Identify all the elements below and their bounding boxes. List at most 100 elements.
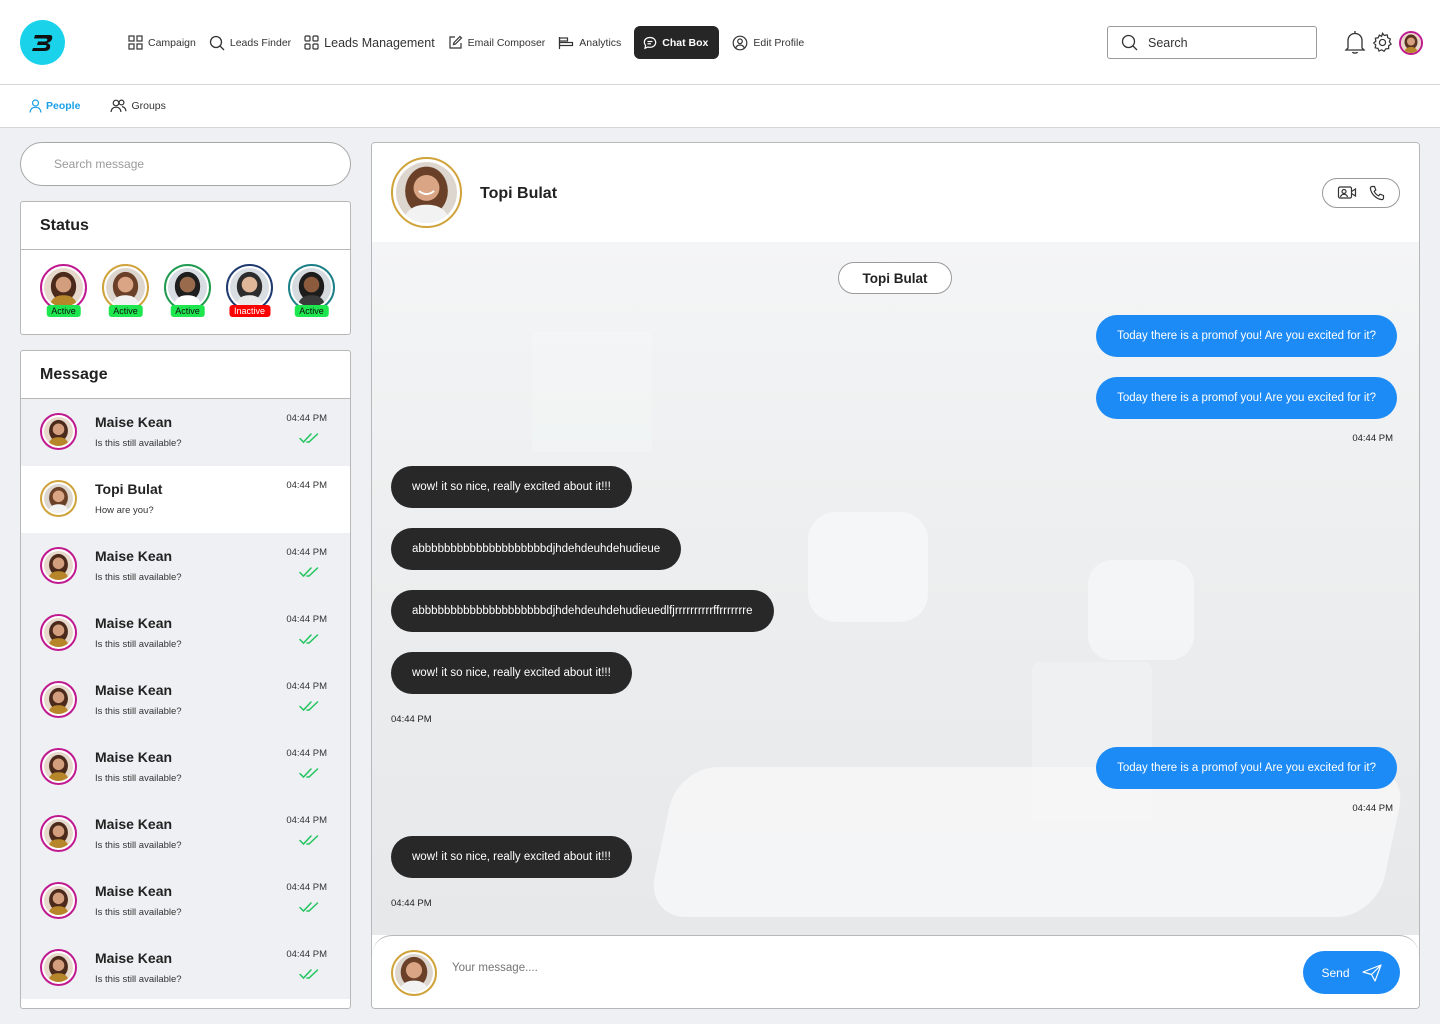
double-check-icon: [299, 902, 319, 913]
status-title: Status: [21, 202, 350, 250]
group-icon: [110, 99, 128, 113]
outgoing-message[interactable]: Today there is a promof you! Are you exc…: [1096, 315, 1397, 357]
background-decor: [532, 332, 652, 452]
incoming-message[interactable]: abbbbbbbbbbbbbbbbbbbbdjhdehdeuhdehudieue…: [391, 590, 774, 632]
status-avatar[interactable]: Active: [164, 264, 211, 320]
tab-groups[interactable]: Groups: [110, 99, 166, 113]
search-icon: [209, 35, 225, 50]
message-time: 04:44 PM: [286, 815, 327, 826]
avatar-photo: [44, 484, 73, 513]
message-timestamp: 04:44 PM: [1352, 433, 1393, 444]
search-placeholder: Search message: [54, 157, 145, 171]
status-avatar[interactable]: Active: [40, 264, 87, 320]
incoming-message[interactable]: wow! it so nice, really excited about it…: [391, 652, 632, 694]
tab-label: People: [46, 100, 81, 112]
incoming-message[interactable]: wow! it so nice, really excited about it…: [391, 466, 632, 508]
video-call-icon[interactable]: [1337, 185, 1357, 201]
bell-icon[interactable]: [1344, 30, 1366, 55]
nav-campaign[interactable]: Campaign: [128, 26, 196, 59]
phone-icon[interactable]: [1369, 185, 1385, 201]
send-button[interactable]: Send: [1303, 951, 1400, 994]
avatar-photo: [44, 752, 73, 781]
list-item[interactable]: Maise Kean Is this still available? 04:44 …: [21, 667, 350, 734]
double-check-icon: [299, 768, 319, 779]
nav-label: Campaign: [148, 36, 196, 49]
nav-leads-management[interactable]: Leads Management: [304, 26, 435, 59]
double-check-icon: [299, 433, 319, 444]
user-circle-icon: [732, 35, 748, 50]
message-preview: How are you?: [95, 505, 154, 516]
list-item[interactable]: Maise Kean Is this still available? 04:44 …: [21, 399, 350, 466]
list-item[interactable]: Maise Kean Is this still available? 04:44 …: [21, 801, 350, 868]
outgoing-message[interactable]: Today there is a promof you! Are you exc…: [1096, 377, 1397, 419]
tab-people[interactable]: People: [29, 99, 80, 113]
avatar: [40, 815, 77, 852]
outgoing-message[interactable]: Today there is a promof you! Are you exc…: [1096, 747, 1397, 789]
avatar: [40, 264, 87, 311]
avatar: [226, 264, 273, 311]
nav-analytics[interactable]: Analytics: [558, 26, 621, 59]
avatar-photo: [44, 953, 73, 982]
avatar: [102, 264, 149, 311]
analytics-icon: [559, 36, 574, 49]
avatar-photo: [44, 551, 73, 580]
avatar: [40, 748, 77, 785]
chat-icon: [643, 36, 657, 49]
status-avatar[interactable]: Active: [102, 264, 149, 320]
message-preview: Is this still available?: [95, 706, 182, 717]
message-preview: Is this still available?: [95, 639, 182, 650]
message-preview: Is this still available?: [95, 438, 182, 449]
nav-email-composer[interactable]: Email Composer: [448, 26, 545, 59]
message-timestamp: 04:44 PM: [391, 898, 432, 909]
status-badge: Active: [170, 305, 205, 317]
list-item[interactable]: Maise Kean Is this still available? 04:44 …: [21, 868, 350, 935]
message-panel: Message Maise Kean Is this still availabl…: [20, 350, 351, 1009]
contact-name: Maise Kean: [95, 615, 173, 631]
message-timestamp: 04:44 PM: [391, 714, 432, 725]
avatar: [40, 480, 77, 517]
message-input[interactable]: [452, 962, 1272, 974]
brand-logo[interactable]: [20, 20, 65, 65]
list-item[interactable]: Maise Kean Is this still available? 04:44 …: [21, 600, 350, 667]
message-preview: Is this still available?: [95, 974, 182, 985]
status-avatar[interactable]: Inactive: [226, 264, 273, 320]
list-item[interactable]: Topi Bulat How are you? 04:44 PM: [21, 466, 350, 533]
avatar-photo: [292, 268, 331, 307]
nav-label: Edit Profile: [753, 36, 805, 49]
avatar: [40, 681, 77, 718]
nav-leads-finder[interactable]: Leads Finder: [209, 26, 291, 59]
avatar-photo: [395, 954, 433, 992]
message-time: 04:44 PM: [286, 614, 327, 625]
search-placeholder: Search: [1148, 35, 1188, 50]
contact-name: Maise Kean: [95, 950, 173, 966]
status-avatar[interactable]: Active: [288, 264, 335, 320]
gear-icon[interactable]: [1372, 32, 1393, 53]
double-check-icon: [299, 835, 319, 846]
avatar-photo: [44, 268, 83, 307]
list-item[interactable]: Maise Kean Is this still available? 04:44 …: [21, 935, 350, 999]
chat-header: Topi Bulat: [372, 143, 1419, 242]
message-time: 04:44 PM: [286, 480, 327, 491]
message-timestamp: 04:44 PM: [1352, 803, 1393, 814]
incoming-message[interactable]: abbbbbbbbbbbbbbbbbbbbdjhdehdeuhdehudieue: [391, 528, 682, 570]
message-preview: Is this still available?: [95, 773, 182, 784]
background-decor: [1088, 560, 1194, 660]
nav-label: Chat Box: [662, 36, 709, 49]
incoming-message[interactable]: wow! it so nice, really excited about it…: [391, 836, 632, 878]
avatar-photo: [44, 417, 73, 446]
status-badge: Active: [294, 305, 329, 317]
message-search-input[interactable]: Search message: [20, 142, 351, 186]
conversation-list: Maise Kean Is this still available? 04:44 …: [21, 399, 350, 999]
contact-avatar[interactable]: [391, 157, 462, 228]
user-avatar[interactable]: [1399, 30, 1423, 55]
list-item[interactable]: Maise Kean Is this still available? 04:44 …: [21, 533, 350, 600]
top-navbar: Campaign Leads Finder Leads Management E…: [0, 0, 1440, 85]
list-item[interactable]: Maise Kean Is this still available? 04:44 …: [21, 734, 350, 801]
avatar-photo: [44, 886, 73, 915]
status-badge: Inactive: [228, 305, 271, 317]
sub-navbar: People Groups: [0, 85, 1440, 128]
global-search-input[interactable]: Search: [1107, 26, 1317, 59]
nav-chat-box[interactable]: Chat Box: [634, 26, 720, 59]
nav-edit-profile[interactable]: Edit Profile: [732, 26, 804, 59]
contact-name: Maise Kean: [95, 816, 173, 832]
